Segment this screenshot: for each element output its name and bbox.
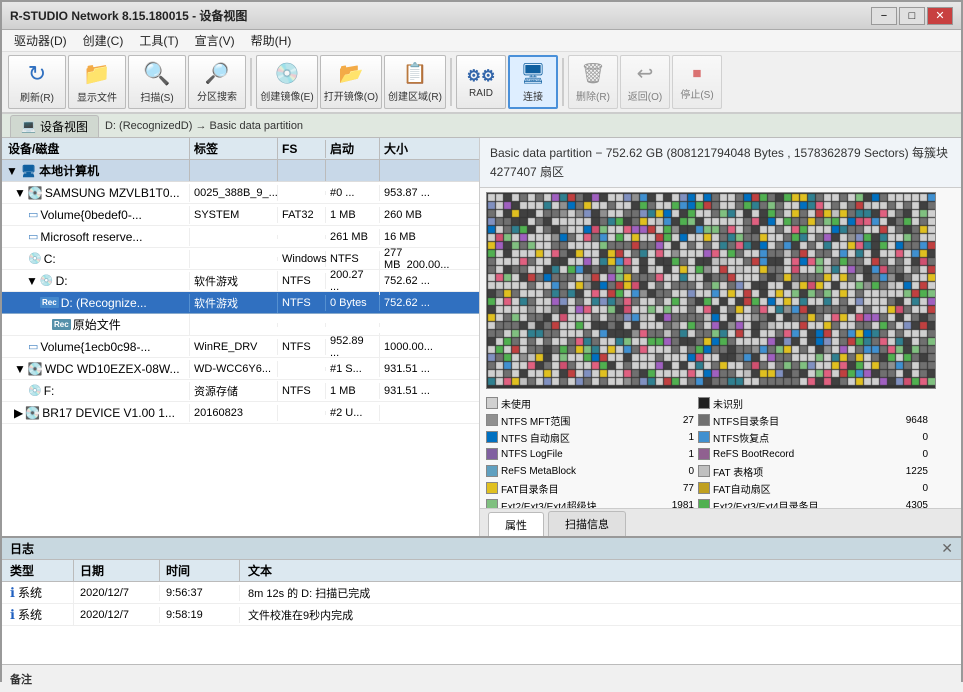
stop-icon: ⏹ — [693, 63, 702, 84]
col-size: 大小 — [380, 138, 468, 159]
local-computer-header: ▼ 🖥 本地计算机 — [2, 160, 479, 182]
log-col-time: 时间 — [160, 560, 240, 581]
folder-icon: 📁 — [83, 61, 110, 87]
partition-icon: ▭ — [28, 208, 38, 221]
scan-icon: 🔍 — [143, 61, 170, 87]
scan-button[interactable]: 🔍 扫描(S) — [128, 55, 186, 109]
log-col-text: 文本 — [240, 560, 961, 581]
device-tree-panel: 设备/磁盘 标签 FS 启动 大小 ▼ 🖥 本地计算机 — [2, 138, 480, 536]
open-image-icon: 📂 — [339, 61, 364, 86]
expand-icon[interactable]: ▼ — [6, 164, 18, 178]
close-button[interactable]: ✕ — [927, 7, 953, 25]
partition-search-icon: 🔎 — [205, 61, 230, 86]
computer-icon: 💻 — [21, 119, 36, 133]
legend-ext-super: Ext2/Ext3/Ext4超级块1981 — [486, 497, 694, 508]
tab-properties[interactable]: 属性 — [488, 512, 544, 536]
wdc-disk-row[interactable]: ▼ 💽 WDC WD10EZEX-08W... WD-WCC6Y6... #1 … — [2, 358, 479, 380]
menu-create[interactable]: 创建(C) — [75, 31, 132, 50]
col-label: 标签 — [190, 138, 278, 159]
menu-tools[interactable]: 工具(T) — [131, 31, 186, 50]
partition-bitmap — [486, 192, 936, 389]
tab-scan-info[interactable]: 扫描信息 — [548, 511, 626, 536]
legend-unused: 未使用 — [486, 395, 694, 411]
winre-row[interactable]: ▭ Volume{1ecb0c98-... WinRE_DRV NTFS 952… — [2, 336, 479, 358]
log-icon-2: ℹ — [10, 607, 15, 623]
recognized-icon: Rec — [40, 297, 59, 308]
stop-button[interactable]: ⏹ 停止(S) — [672, 55, 722, 109]
raw-files-row[interactable]: Rec 原始文件 — [2, 314, 479, 336]
hdd-icon: 💽 — [28, 186, 43, 200]
system-volume-row[interactable]: ▭ Volume{0bedef0-... SYSTEM FAT32 1 MB 2… — [2, 204, 479, 226]
refresh-button[interactable]: ↻ 刷新(R) — [8, 55, 66, 109]
f-drive-icon: 💿 — [28, 384, 42, 397]
d-recognized-row[interactable]: Rec D: (Recognize... 软件游戏 NTFS 0 Bytes 7… — [2, 292, 479, 314]
partition2-icon: ▭ — [28, 230, 38, 243]
raw-icon: Rec — [52, 319, 71, 330]
log-col-type: 类型 — [2, 560, 74, 581]
maximize-button[interactable]: □ — [899, 7, 925, 25]
c-drive-icon: 💿 — [28, 252, 42, 265]
col-fs: FS — [278, 140, 326, 158]
back-button[interactable]: ↩ 返回(O) — [620, 55, 670, 109]
connect-icon: 🖥 — [520, 61, 545, 86]
log-panel: 日志 ✕ 类型 日期 时间 文本 ℹ 系统 2020/12/7 9:56:37 … — [2, 536, 961, 664]
legend-fat-dir: FAT目录条目77 — [486, 480, 694, 496]
create-image-icon: 💿 — [275, 61, 300, 86]
log-close-button[interactable]: ✕ — [941, 540, 953, 557]
app-title: R-STUDIO Network 8.15.180015 - 设备视图 — [10, 7, 247, 24]
legend-ntfs-auto: NTFS 自动扇区1 — [486, 429, 694, 445]
br17-device-row[interactable]: ▶ 💽 BR17 DEVICE V1.00 1... 20160823 #2 U… — [2, 402, 479, 424]
log-row-1: ℹ 系统 2020/12/7 9:56:37 8m 12s 的 D: 扫描已完成 — [2, 582, 961, 604]
back-icon: ↩ — [637, 61, 654, 86]
wdc-icon: 💽 — [28, 362, 43, 376]
raid-button[interactable]: ⚙⚙ RAID — [456, 55, 506, 109]
device-view-tab[interactable]: 💻 设备视图 — [10, 115, 99, 137]
create-region-icon: 📋 — [403, 61, 428, 86]
notes-label: 备注 — [10, 671, 32, 687]
log-header: 日志 — [10, 540, 34, 557]
log-row-2: ℹ 系统 2020/12/7 9:58:19 文件校准在9秒内完成 — [2, 604, 961, 626]
log-col-date: 日期 — [74, 560, 160, 581]
create-image-button[interactable]: 💿 创建镜像(E) — [256, 55, 318, 109]
legend-ntfs-restore: NTFS恢复点0 — [698, 429, 928, 445]
legend-refs-meta: ReFS MetaBlock0 — [486, 463, 694, 479]
d-drive-icon: 💿 — [40, 274, 54, 287]
menu-help[interactable]: 帮助(H) — [243, 31, 300, 50]
minimize-button[interactable]: − — [871, 7, 897, 25]
col-device: 设备/磁盘 — [2, 138, 190, 159]
legend-fat-auto: FAT自动扇区0 — [698, 480, 928, 496]
address-path: D: (RecognizedD) → Basic data partition — [105, 120, 303, 132]
notes-bar: 备注 — [2, 664, 961, 692]
menu-drives[interactable]: 驱动器(D) — [6, 31, 75, 50]
f-drive-row[interactable]: 💿 F: 资源存储 NTFS 1 MB 931.51 ... — [2, 380, 479, 402]
legend-mft: NTFS MFT范围27 — [486, 412, 694, 428]
show-files-button[interactable]: 📁 显示文件 — [68, 55, 126, 109]
legend-ext-dir: Ext2/Ext3/Ext4目录条目4305 — [698, 497, 928, 508]
refresh-icon: ↻ — [28, 61, 46, 87]
connect-button[interactable]: 🖥 连接 — [508, 55, 558, 109]
log-icon-1: ℹ — [10, 585, 15, 601]
br17-icon: 💽 — [25, 406, 40, 420]
menu-view[interactable]: 宣言(V) — [187, 31, 243, 50]
partition-search-button[interactable]: 🔎 分区搜索 — [188, 55, 246, 109]
legend-unknown: 未识别 — [698, 395, 928, 411]
partition-info: Basic data partition − 752.62 GB (808121… — [480, 138, 961, 188]
legend-refs-boot: ReFS BootRecord0 — [698, 446, 928, 462]
delete-icon: 🗑 — [580, 61, 605, 86]
legend-ntfs-dir: NTFS目录条目9648 — [698, 412, 928, 428]
legend-logfile: NTFS LogFile1 — [486, 446, 694, 462]
partition-view-panel: Basic data partition − 752.62 GB (808121… — [480, 138, 961, 536]
open-image-button[interactable]: 📂 打开镜像(O) — [320, 55, 382, 109]
winre-icon: ▭ — [28, 340, 38, 353]
raid-icon: ⚙⚙ — [467, 66, 496, 86]
delete-button[interactable]: 🗑 删除(R) — [568, 55, 618, 109]
samsung-disk-row[interactable]: ▼ 💽 SAMSUNG MZVLB1T0... 0025_388B_9_... … — [2, 182, 479, 204]
create-region-button[interactable]: 📋 创建区域(R) — [384, 55, 446, 109]
d-drive-row[interactable]: ▼ 💿 D: 软件游戏 NTFS 200.27 ... 752.62 ... — [2, 270, 479, 292]
col-boot: 启动 — [326, 138, 380, 159]
computer-tree-icon: 🖥 — [21, 164, 36, 178]
c-drive-row[interactable]: 💿 C: Windows NTFS 277 MB 200.00... — [2, 248, 479, 270]
legend-fat-table: FAT 表格项1225 — [698, 463, 928, 479]
